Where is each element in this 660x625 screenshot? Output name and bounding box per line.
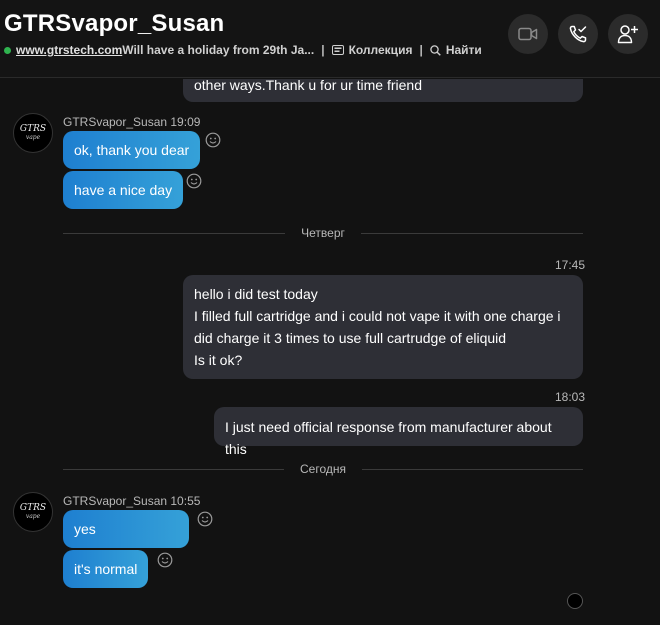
message-list[interactable]: other ways.Thank u for ur time friend GT…	[0, 79, 660, 625]
message-text: have a nice day	[74, 182, 173, 198]
status-line: www.gtrstech.com Will have a holiday fro…	[4, 43, 482, 57]
audio-call-button[interactable]	[558, 14, 598, 54]
message-time: 17:45	[555, 258, 586, 272]
divider-line	[63, 468, 284, 470]
online-status-dot	[4, 46, 11, 54]
video-call-icon	[518, 27, 538, 41]
message-line: did charge it 3 times to use full cartru…	[194, 330, 507, 346]
add-person-button[interactable]	[608, 14, 648, 54]
add-person-icon	[617, 25, 638, 44]
video-call-button[interactable]	[508, 14, 548, 54]
status-link[interactable]: www.gtrstech.com	[16, 43, 122, 57]
message-text: I just need official response from manuf…	[225, 419, 552, 457]
message-line: hello i did test today	[194, 286, 318, 302]
date-label: Сегодня	[300, 462, 346, 476]
status-text[interactable]: Will have a holiday from 29th Ja...	[122, 43, 314, 57]
separator: |	[321, 43, 325, 57]
search-icon	[430, 44, 441, 56]
message-meta: GTRSvapor_Susan 10:55	[63, 494, 201, 508]
chat-header: GTRSvapor_Susan www.gtrstech.com Will ha…	[0, 0, 660, 78]
chat-title[interactable]: GTRSvapor_Susan	[4, 10, 224, 38]
outgoing-message[interactable]: hello i did test today I filled full car…	[183, 275, 583, 379]
outgoing-message[interactable]: I just need official response from manuf…	[214, 407, 583, 457]
avatar-logo-subtext: vape	[25, 134, 41, 141]
separator: |	[419, 43, 423, 57]
gallery-icon	[331, 45, 344, 55]
divider-line	[362, 468, 583, 470]
date-divider: Четверг	[63, 226, 584, 240]
date-divider: Сегодня	[63, 462, 583, 476]
outgoing-message[interactable]: other ways.Thank u for ur time friend	[183, 79, 583, 102]
message-text: yes	[74, 521, 96, 537]
collection-label: Коллекция	[348, 43, 413, 57]
find-label: Найти	[445, 43, 482, 57]
avatar-logo-subtext: vape	[25, 513, 41, 520]
find-button[interactable]: Найти	[430, 43, 482, 57]
incoming-message[interactable]: ok, thank you dear	[63, 131, 201, 169]
divider-line	[360, 232, 584, 234]
audio-call-icon	[569, 25, 587, 43]
divider-line	[63, 232, 286, 234]
read-receipt-avatar	[567, 593, 583, 609]
avatar-logo-text: GTRS	[19, 124, 47, 134]
message-time: 18:03	[555, 390, 586, 404]
message-meta: GTRSvapor_Susan 19:09	[63, 115, 201, 129]
add-reaction-icon[interactable]	[205, 132, 221, 148]
add-reaction-icon[interactable]	[197, 511, 213, 527]
incoming-message[interactable]: yes	[63, 510, 189, 548]
incoming-message[interactable]: have a nice day	[63, 171, 184, 209]
message-text: it's normal	[74, 561, 138, 577]
message-line: Is it ok?	[194, 352, 243, 368]
avatar[interactable]: GTRS vape	[13, 113, 53, 153]
avatar-logo-text: GTRS	[19, 503, 47, 513]
incoming-message[interactable]: it's normal	[63, 550, 149, 588]
add-reaction-icon[interactable]	[186, 173, 202, 189]
message-line: I filled full cartridge and i could not …	[194, 308, 561, 324]
add-reaction-icon[interactable]	[157, 552, 173, 568]
collection-button[interactable]: Коллекция	[331, 43, 413, 57]
date-label: Четверг	[301, 226, 345, 240]
message-text: ok, thank you dear	[74, 142, 190, 158]
avatar[interactable]: GTRS vape	[13, 492, 53, 532]
message-text: other ways.Thank u for ur time friend	[194, 79, 422, 93]
